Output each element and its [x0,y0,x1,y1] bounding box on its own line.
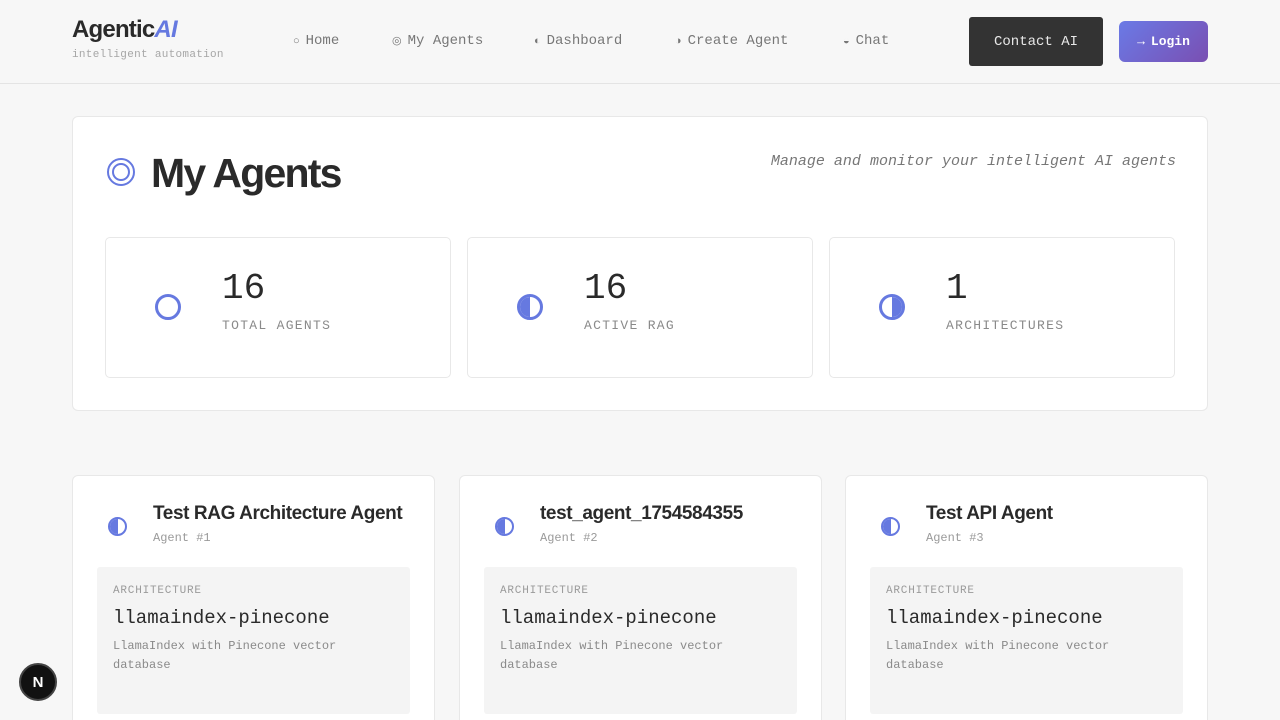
architecture-value: llamaindex-pinecone [113,607,330,629]
arrow-right-icon: → [1137,34,1145,49]
stat-active-rag: 16 ACTIVE RAG [467,237,813,378]
agent-number: Agent #2 [540,531,598,545]
brand-tagline: intelligent automation [72,49,224,61]
stat-value: 1 [946,268,968,309]
architecture-value: llamaindex-pinecone [500,607,717,629]
architecture-description: LlamaIndex with Pinecone vector database [886,639,1110,672]
page-subtitle: Manage and monitor your intelligent AI a… [770,153,1176,170]
architecture-panel: ARCHITECTURE llamaindex-pinecone LlamaIn… [484,567,797,714]
architecture-label: ARCHITECTURE [886,585,975,597]
stat-label: ARCHITECTURES [946,318,1065,333]
agent-name: Test API Agent [926,503,1053,524]
contact-ai-button[interactable]: Contact AI [969,17,1103,66]
architecture-label: ARCHITECTURE [113,585,202,597]
stat-value: 16 [222,268,266,309]
login-button[interactable]: → Login [1119,21,1208,62]
half-circle-right-icon [879,294,905,320]
stat-label: ACTIVE RAG [584,318,676,333]
agent-card[interactable]: test_agent_1754584355 Agent #2 ARCHITECT… [459,475,822,720]
page-title: My Agents [151,150,342,196]
login-label: Login [1150,34,1190,49]
nav-item-my-agents[interactable]: ◎ My Agents [392,31,483,52]
nav-item-chat[interactable]: ◒ Chat [843,31,889,52]
nav-label: Home [305,33,340,49]
top-header: AgenticAI intelligent automation ○ Home ◎… [0,0,1280,84]
dev-tools-badge[interactable]: N [19,663,57,701]
agent-card[interactable]: Test RAG Architecture Agent Agent #1 ARC… [72,475,435,720]
brand-name: Agentic [72,16,155,43]
half-circle-icon [108,517,127,536]
half-circle-right-icon: ◑ [675,36,682,48]
brand-accent: AI [154,16,177,43]
nav-item-dashboard[interactable]: ◐ Dashboard [534,31,622,52]
agents-overview-card: My Agents Manage and monitor your intell… [72,116,1208,411]
half-circle-icon: ◐ [534,36,541,48]
nav-item-create-agent[interactable]: ◑ Create Agent [675,31,788,52]
stat-label: TOTAL AGENTS [222,318,332,333]
circle-outline-icon [155,294,181,320]
architecture-label: ARCHITECTURE [500,585,589,597]
brand-logo[interactable]: AgenticAI intelligent automation [72,15,224,61]
agent-name: test_agent_1754584355 [540,503,743,524]
home-icon: ○ [293,36,300,48]
nav-item-home[interactable]: ○ Home [293,31,339,52]
half-circle-icon [495,517,514,536]
stat-value: 16 [584,268,628,309]
agent-card[interactable]: Test API Agent Agent #3 ARCHITECTURE lla… [845,475,1208,720]
nav-label: Chat [855,33,890,49]
architecture-panel: ARCHITECTURE llamaindex-pinecone LlamaIn… [97,567,410,714]
half-circle-icon [881,517,900,536]
target-icon: ◎ [392,36,402,48]
architecture-value: llamaindex-pinecone [886,607,1103,629]
agent-name: Test RAG Architecture Agent [153,503,403,524]
half-circle-left-icon [517,294,543,320]
agent-number: Agent #1 [153,531,211,545]
stat-architectures: 1 ARCHITECTURES [829,237,1175,378]
target-icon [107,158,135,186]
agent-number: Agent #3 [926,531,984,545]
architecture-description: LlamaIndex with Pinecone vector database [500,639,724,672]
nav-label: My Agents [407,33,484,49]
stat-total-agents: 16 TOTAL AGENTS [105,237,451,378]
half-circle-bottom-icon: ◒ [843,36,850,48]
nav-label: Create Agent [687,33,789,49]
architecture-panel: ARCHITECTURE llamaindex-pinecone LlamaIn… [870,567,1183,714]
nav-label: Dashboard [546,33,623,49]
architecture-description: LlamaIndex with Pinecone vector database [113,639,337,672]
